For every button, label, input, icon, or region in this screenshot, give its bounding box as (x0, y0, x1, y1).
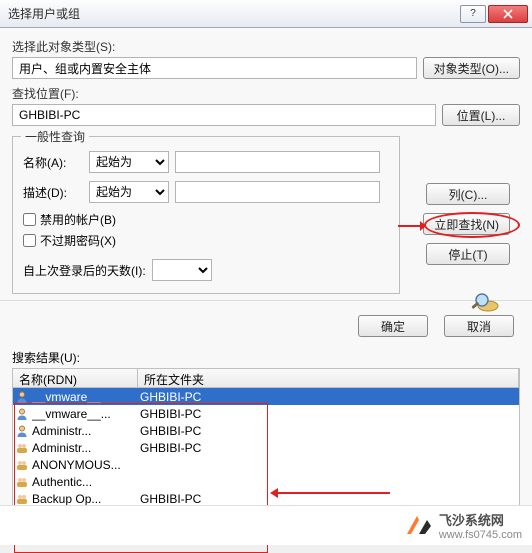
table-row[interactable]: __vmware__...GHBIBI-PC (13, 405, 519, 422)
results-header: 名称(RDN) 所在文件夹 (12, 368, 520, 388)
row-name: ANONYMOUS... (32, 458, 140, 472)
window-title: 选择用户或组 (8, 5, 458, 22)
name-match-select[interactable]: 起始为 (89, 151, 169, 173)
name-label: 名称(A): (23, 154, 83, 171)
disabled-accounts-label: 禁用的帐户(B) (40, 211, 116, 228)
group-icon (15, 475, 29, 489)
row-name: Administr... (32, 441, 140, 455)
desc-input[interactable] (175, 181, 380, 203)
row-name: Administr... (32, 424, 140, 438)
user-icon (15, 424, 29, 438)
group-icon (15, 458, 29, 472)
banner-url: www.fs0745.com (439, 529, 522, 541)
row-folder: GHBIBI-PC (140, 390, 519, 404)
row-folder: GHBIBI-PC (140, 407, 519, 421)
name-input[interactable] (175, 151, 380, 173)
table-row[interactable]: Administr...GHBIBI-PC (13, 422, 519, 439)
watermark-banner: 飞沙系统网 www.fs0745.com (0, 505, 532, 545)
stop-button[interactable]: 停止(T) (426, 243, 510, 265)
header-folder[interactable]: 所在文件夹 (138, 369, 519, 387)
user-icon (15, 407, 29, 421)
results-label: 搜索结果(U): (12, 349, 520, 366)
general-query-legend: 一般性查询 (21, 128, 89, 145)
group-icon (15, 492, 29, 506)
days-since-login-select[interactable] (152, 259, 212, 281)
non-expiring-label: 不过期密码(X) (40, 232, 116, 249)
object-types-button[interactable]: 对象类型(O)... (423, 57, 520, 79)
desc-match-select[interactable]: 起始为 (89, 181, 169, 203)
table-row[interactable]: __vmware__GHBIBI-PC (13, 388, 519, 405)
general-query-group: 一般性查询 名称(A): 起始为 描述(D): 起始为 禁用的帐户(B) 不过期… (12, 136, 400, 294)
table-row[interactable]: Authentic... (13, 473, 519, 490)
row-name: Backup Op... (32, 492, 140, 506)
banner-logo-icon (405, 512, 433, 540)
locations-button[interactable]: 位置(L)... (442, 104, 520, 126)
table-row[interactable]: ANONYMOUS... (13, 456, 519, 473)
user-icon (15, 390, 29, 404)
group-icon (15, 441, 29, 455)
non-expiring-checkbox[interactable] (23, 234, 36, 247)
row-name: __vmware__ (32, 390, 140, 404)
row-folder: GHBIBI-PC (140, 441, 519, 455)
location-field[interactable] (12, 104, 436, 126)
help-button[interactable]: ? (460, 5, 486, 23)
titlebar: 选择用户或组 ? (0, 0, 532, 28)
location-label: 查找位置(F): (12, 85, 520, 102)
search-icon (468, 290, 502, 314)
cancel-button[interactable]: 取消 (444, 315, 514, 337)
object-type-field[interactable] (12, 57, 417, 79)
ok-button[interactable]: 确定 (358, 315, 428, 337)
object-type-label: 选择此对象类型(S): (12, 38, 520, 55)
header-rdn[interactable]: 名称(RDN) (13, 369, 138, 387)
table-row[interactable]: Administr...GHBIBI-PC (13, 439, 519, 456)
find-now-button[interactable]: 立即查找(N) (423, 213, 510, 235)
row-name: __vmware__... (32, 407, 140, 421)
annotation-arrow-right (398, 219, 426, 236)
row-folder: GHBIBI-PC (140, 424, 519, 438)
desc-label: 描述(D): (23, 184, 83, 201)
columns-button[interactable]: 列(C)... (426, 183, 510, 205)
close-button[interactable] (488, 5, 528, 23)
banner-text: 飞沙系统网 (439, 510, 522, 529)
row-folder: GHBIBI-PC (140, 492, 519, 506)
days-since-login-label: 自上次登录后的天数(I): (23, 262, 146, 279)
disabled-accounts-checkbox[interactable] (23, 213, 36, 226)
row-name: Authentic... (32, 475, 140, 489)
close-icon (503, 9, 513, 19)
